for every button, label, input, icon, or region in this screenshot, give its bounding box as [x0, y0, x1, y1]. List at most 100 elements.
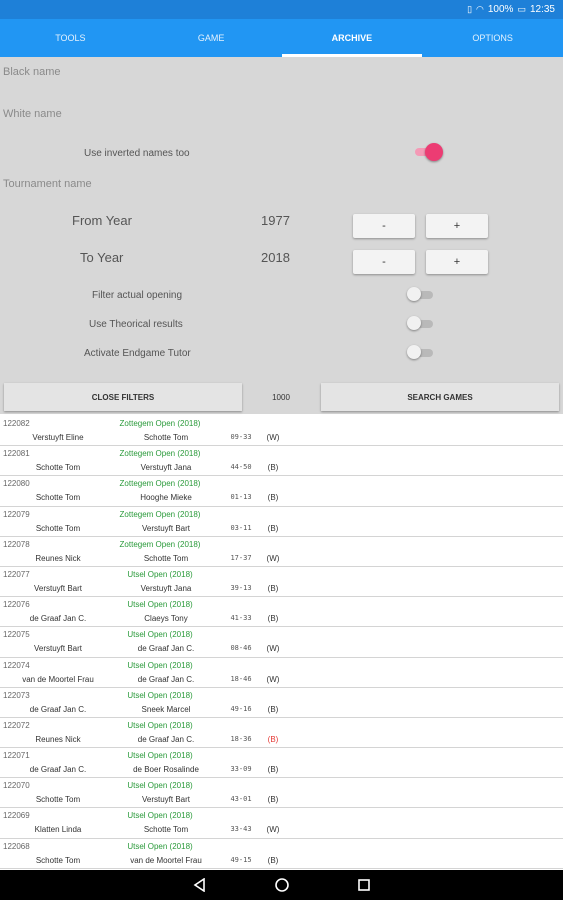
- game-row[interactable]: 122070 Utsel Open (2018) Schotte Tom Verstu…: [0, 778, 563, 809]
- search-games-button[interactable]: SEARCH GAMES: [321, 383, 559, 411]
- game-id: 122073: [3, 690, 30, 700]
- game-moves: 49-15: [230, 855, 252, 864]
- to-year-label: To Year: [80, 250, 124, 265]
- game-row[interactable]: 122069 Utsel Open (2018) Klatten Linda Scho…: [0, 808, 563, 839]
- clock: 12:35: [529, 4, 555, 15]
- game-result: (B): [267, 704, 279, 714]
- battery-percent: 100%: [487, 4, 514, 15]
- game-moves: 43-01: [230, 795, 252, 804]
- game-tournament: Zottegem Open (2018): [119, 479, 201, 489]
- game-tournament: Utsel Open (2018): [127, 630, 193, 640]
- tab-game[interactable]: GAME: [141, 19, 282, 57]
- game-white-player: Reunes Nick: [35, 553, 81, 563]
- game-white-player: van de Moortel Frau: [22, 674, 94, 684]
- endgame-tutor-toggle[interactable]: [407, 343, 435, 363]
- home-circle-icon[interactable]: [270, 875, 294, 895]
- game-tournament: Utsel Open (2018): [127, 660, 193, 670]
- game-white-player: Verstuyft Bart: [33, 583, 83, 593]
- black-name-field[interactable]: Black name: [3, 66, 60, 78]
- theorical-results-label: Use Theorical results: [89, 319, 183, 330]
- game-tournament: Zottegem Open (2018): [119, 539, 201, 549]
- game-moves: 03-11: [230, 523, 252, 532]
- game-black-player: de Graaf Jan C.: [137, 734, 195, 744]
- game-tournament: Zottegem Open (2018): [119, 509, 201, 519]
- game-moves: 17-37: [230, 553, 252, 562]
- game-moves: 41-33: [230, 614, 252, 623]
- game-tournament: Zottegem Open (2018): [119, 449, 201, 459]
- game-row[interactable]: 122074 Utsel Open (2018) van de Moortel Fr…: [0, 658, 563, 688]
- game-id: 122072: [3, 720, 30, 730]
- game-result: (B): [267, 614, 279, 624]
- game-result: (B): [267, 734, 279, 744]
- from-year-value: 1977: [261, 213, 290, 228]
- game-black-player: Schotte Tom: [143, 553, 189, 563]
- game-id: 122076: [3, 600, 30, 610]
- game-moves: 01-13: [230, 493, 252, 502]
- game-moves: 18-46: [230, 674, 252, 683]
- tab-archive[interactable]: ARCHIVE: [281, 19, 423, 57]
- game-row[interactable]: 122076 Utsel Open (2018) de Graaf Jan C. Cl…: [0, 597, 563, 628]
- game-row[interactable]: 122078 Zottegem Open (2018) Reunes Nick Sch…: [0, 537, 563, 567]
- game-row[interactable]: 122073 Utsel Open (2018) de Graaf Jan C. Sn…: [0, 688, 563, 718]
- game-row[interactable]: 122072 Utsel Open (2018) Reunes Nick de Gra…: [0, 718, 563, 749]
- vibrate-icon: ▯: [467, 4, 473, 14]
- game-black-player: Verstuyft Jana: [140, 583, 192, 593]
- from-year-minus-button[interactable]: -: [353, 214, 415, 238]
- tab-options[interactable]: OPTIONS: [422, 19, 563, 57]
- from-year-plus-button[interactable]: +: [426, 214, 488, 238]
- tab-tools[interactable]: TOOLS: [0, 19, 141, 57]
- game-row[interactable]: 122081 Zottegem Open (2018) Schotte Tom Ver…: [0, 446, 563, 477]
- inverted-names-toggle[interactable]: [413, 142, 443, 162]
- game-black-player: de Graaf Jan C.: [137, 644, 195, 654]
- game-result: (W): [266, 644, 280, 654]
- game-row[interactable]: 122080 Zottegem Open (2018) Schotte Tom Hoo…: [0, 476, 563, 507]
- tournament-name-field[interactable]: Tournament name: [3, 178, 92, 190]
- game-row[interactable]: 122075 Utsel Open (2018) Verstuyft Bart de …: [0, 627, 563, 658]
- game-result: (B): [267, 855, 279, 865]
- game-tournament: Utsel Open (2018): [127, 781, 193, 791]
- close-filters-button[interactable]: CLOSE FILTERS: [4, 383, 242, 411]
- game-moves: 09-33: [230, 433, 252, 441]
- game-white-player: de Graaf Jan C.: [29, 765, 87, 775]
- from-year-label: From Year: [72, 213, 132, 228]
- game-black-player: Verstuyft Jana: [140, 463, 192, 473]
- game-id: 122069: [3, 811, 30, 821]
- game-white-player: Reunes Nick: [35, 734, 81, 744]
- theorical-results-toggle[interactable]: [407, 314, 435, 334]
- game-id: 122071: [3, 751, 30, 761]
- game-white-player: Schotte Tom: [35, 523, 81, 533]
- navigation-bar: [0, 870, 563, 900]
- game-row[interactable]: 122071 Utsel Open (2018) de Graaf Jan C. de…: [0, 748, 563, 779]
- game-row[interactable]: 122082 Zottegem Open (2018) Verstuyft Elin…: [0, 416, 563, 447]
- game-tournament: Zottegem Open (2018): [119, 419, 201, 428]
- white-name-field[interactable]: White name: [3, 108, 62, 120]
- game-id: 122077: [3, 569, 30, 579]
- to-year-plus-button[interactable]: +: [426, 250, 488, 274]
- game-moves: 44-50: [230, 463, 252, 472]
- game-result: (B): [267, 795, 279, 805]
- game-white-player: de Graaf Jan C.: [29, 614, 87, 624]
- game-row[interactable]: 122079 Zottegem Open (2018) Schotte Tom Ver…: [0, 507, 563, 537]
- game-result: (W): [266, 825, 280, 835]
- inverted-names-label: Use inverted names too: [84, 148, 190, 159]
- game-black-player: Schotte Tom: [143, 433, 189, 442]
- game-moves: 33-43: [230, 825, 252, 834]
- to-year-minus-button[interactable]: -: [353, 250, 415, 274]
- game-row[interactable]: 122077 Utsel Open (2018) Verstuyft Bart Ver…: [0, 567, 563, 598]
- game-result: (W): [266, 433, 280, 442]
- filter-opening-toggle[interactable]: [407, 285, 435, 305]
- back-triangle-icon[interactable]: [188, 875, 212, 895]
- game-black-player: Schotte Tom: [143, 825, 189, 835]
- game-id: 122079: [3, 509, 30, 519]
- game-black-player: van de Moortel Frau: [130, 855, 202, 865]
- game-black-player: Sneek Marcel: [141, 704, 191, 714]
- game-row[interactable]: 122068 Utsel Open (2018) Schotte Tom van de…: [0, 839, 563, 869]
- game-moves: 49-16: [230, 704, 252, 713]
- game-result: (B): [267, 765, 279, 775]
- recents-square-icon[interactable]: [352, 875, 376, 895]
- game-moves: 08-46: [230, 644, 252, 653]
- game-white-player: Verstuyft Eline: [32, 433, 84, 442]
- game-moves: 39-13: [230, 583, 252, 592]
- max-games-count[interactable]: 1000: [246, 383, 316, 411]
- game-tournament: Utsel Open (2018): [127, 569, 193, 579]
